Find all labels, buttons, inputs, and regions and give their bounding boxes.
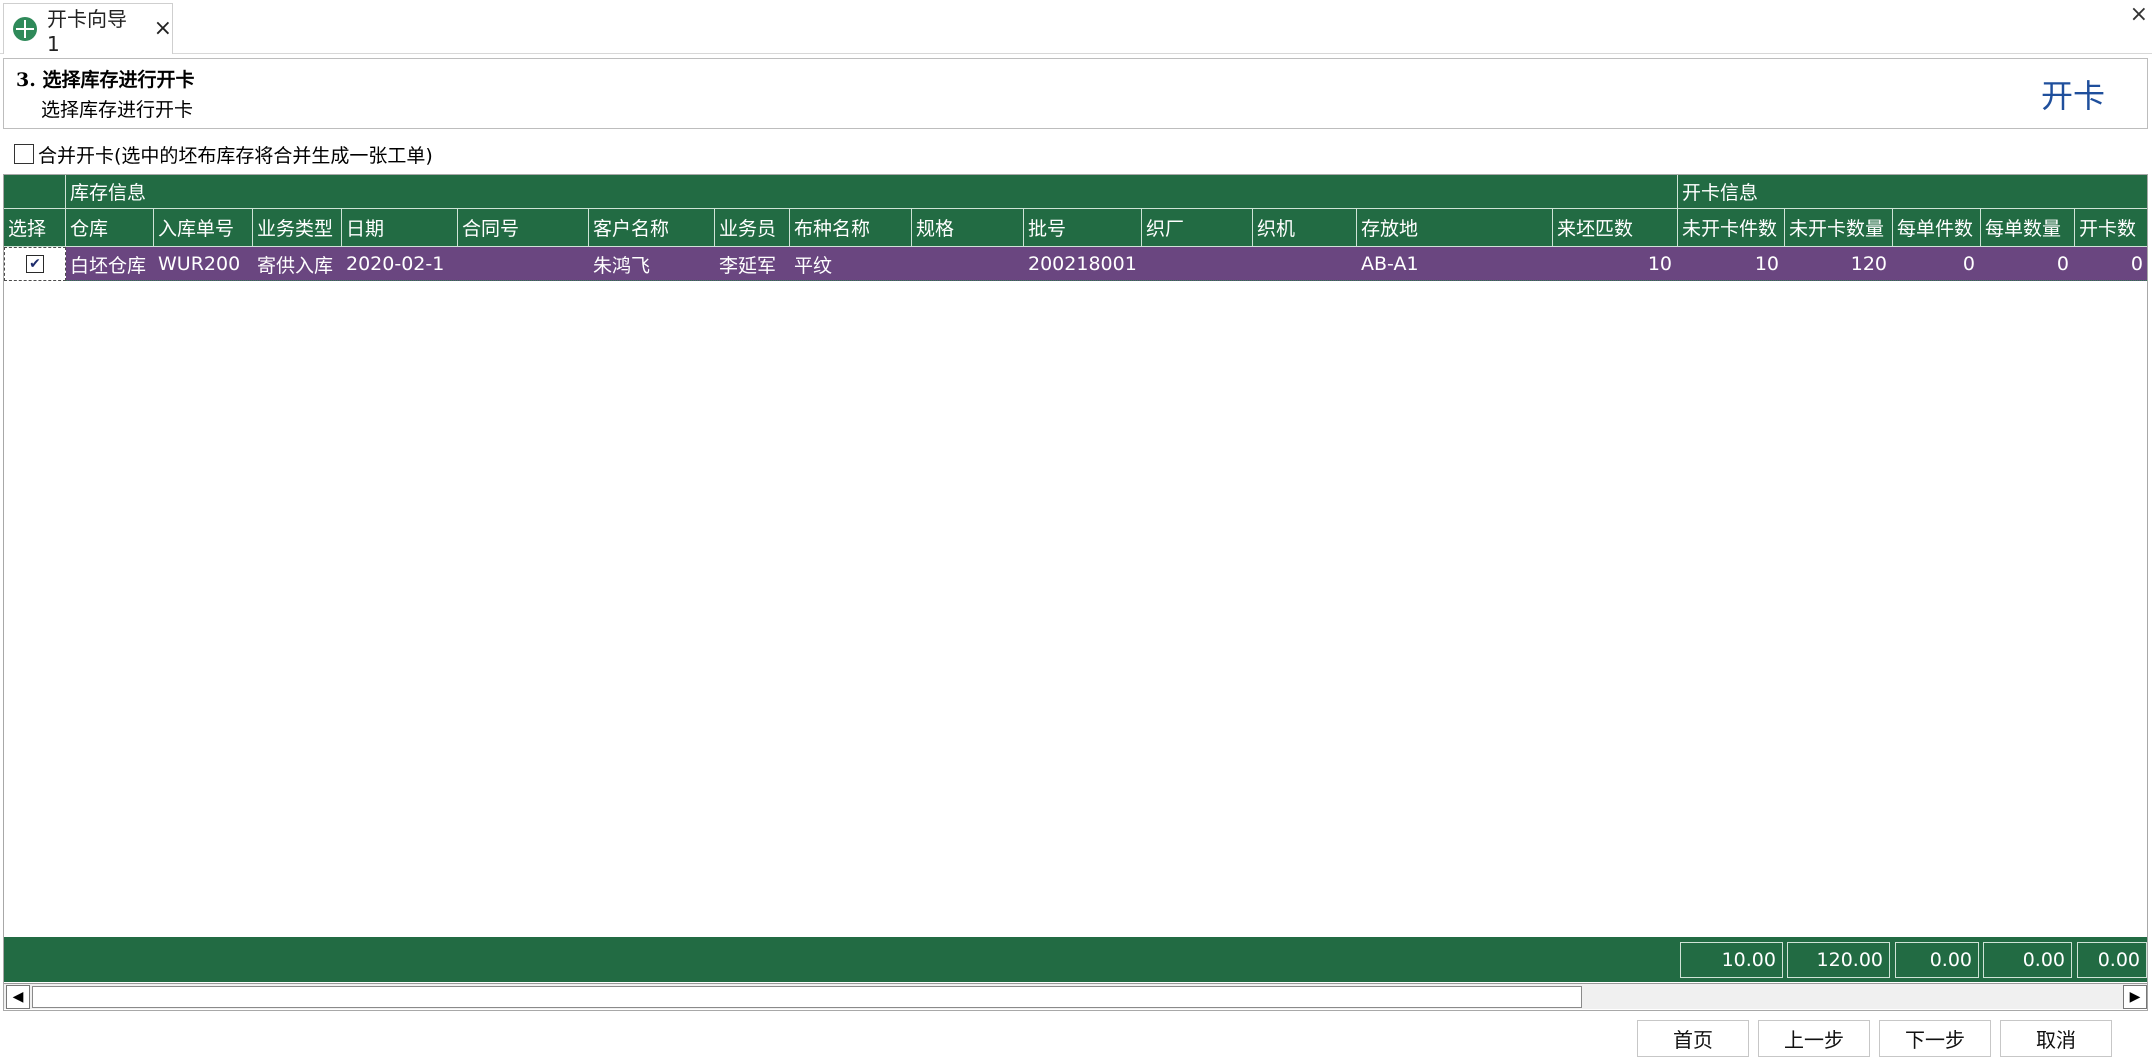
merge-option[interactable]: 合并开卡(选中的坯布库存将合并生成一张工单) (14, 142, 433, 167)
horizontal-scrollbar[interactable]: ◀ ▶ (4, 983, 2147, 1009)
cell-date[interactable]: 2020-02-1 (342, 247, 458, 281)
column-header[interactable]: 来坯匹数 (1553, 209, 1678, 247)
globe-icon (13, 17, 37, 41)
column-header[interactable]: 日期 (342, 209, 458, 247)
scrollbar-thumb[interactable] (32, 986, 1582, 1008)
total-unopened-qty: 120.00 (1787, 942, 1890, 978)
column-header[interactable]: 批号 (1024, 209, 1142, 247)
cell-unopened-count[interactable]: 10 (1678, 247, 1785, 281)
column-header-select[interactable]: 选择 (4, 209, 66, 247)
next-step-button[interactable]: 下一步 (1879, 1020, 1991, 1057)
total-unopened-count: 10.00 (1680, 942, 1783, 978)
cell-customer[interactable]: 朱鸿飞 (589, 247, 715, 281)
column-header[interactable]: 存放地 (1357, 209, 1553, 247)
step-title: 3. 选择库存进行开卡 (16, 69, 195, 91)
cell-unopened-qty[interactable]: 120 (1785, 247, 1893, 281)
column-header[interactable]: 每单数量 (1981, 209, 2075, 247)
tab-label: 开卡向导1 (46, 6, 127, 56)
grid-footer: 10.00 120.00 0.00 0.00 0.00 (4, 937, 2147, 982)
window-close-icon[interactable]: × (2130, 2, 2148, 27)
column-header[interactable]: 业务类型 (253, 209, 342, 247)
column-header[interactable]: 客户名称 (589, 209, 715, 247)
column-header[interactable]: 织机 (1253, 209, 1357, 247)
tab-bar: 开卡向导1 × × (0, 0, 2152, 56)
tab-close-icon[interactable]: × (154, 18, 172, 40)
group-header-card-info: 开卡信息 (1678, 175, 2147, 209)
column-header[interactable]: 合同号 (458, 209, 589, 247)
stock-grid: 选择 库存信息 开卡信息 仓库 入库单号 业务类型 日期 合同号 客户名称 业务… (3, 174, 2148, 1011)
column-header[interactable]: 入库单号 (154, 209, 253, 247)
scroll-left-icon[interactable]: ◀ (6, 985, 30, 1009)
column-header[interactable]: 每单件数 (1893, 209, 1981, 247)
row-select-checkbox[interactable]: ✔ (26, 255, 44, 273)
grid-header: 选择 库存信息 开卡信息 仓库 入库单号 业务类型 日期 合同号 客户名称 业务… (4, 175, 2147, 247)
scroll-right-icon[interactable]: ▶ (2123, 985, 2147, 1009)
first-page-button[interactable]: 首页 (1637, 1020, 1749, 1057)
row-select-cell[interactable]: ✔ (4, 247, 66, 281)
column-header-select-top (4, 175, 66, 209)
cell-salesperson[interactable]: 李延军 (715, 247, 790, 281)
step-right-label: 开卡 (2040, 77, 2105, 115)
cell-location[interactable]: AB-A1 (1357, 247, 1553, 281)
tab-open-card-wizard[interactable]: 开卡向导1 × (3, 3, 173, 56)
column-header[interactable]: 仓库 (66, 209, 154, 247)
column-header[interactable]: 未开卡数量 (1785, 209, 1893, 247)
cell-warehouse[interactable]: 白坯仓库 (66, 247, 154, 281)
step-header: 3. 选择库存进行开卡 选择库存进行开卡 开卡 (3, 58, 2148, 129)
cell-contract-no[interactable] (458, 247, 589, 281)
cell-business-type[interactable]: 寄供入库 (253, 247, 342, 281)
column-header[interactable]: 未开卡件数 (1678, 209, 1785, 247)
cell-per-order-count[interactable]: 0 (1893, 247, 1981, 281)
cell-weaving-mill[interactable] (1142, 247, 1253, 281)
cell-incoming-pieces[interactable]: 10 (1553, 247, 1678, 281)
cell-spec[interactable] (912, 247, 1024, 281)
table-row[interactable]: ✔ 白坯仓库 WUR200 寄供入库 2020-02-1 朱鸿飞 李延军 平纹 … (4, 247, 2147, 281)
cell-open-count[interactable]: 0 (2075, 247, 2147, 281)
column-header[interactable]: 业务员 (715, 209, 790, 247)
cell-receipt-no[interactable]: WUR200 (154, 247, 253, 281)
column-header[interactable]: 布种名称 (790, 209, 912, 247)
merge-label: 合并开卡(选中的坯布库存将合并生成一张工单) (38, 144, 433, 167)
column-header[interactable]: 开卡数 (2075, 209, 2147, 247)
cancel-button[interactable]: 取消 (2000, 1020, 2112, 1057)
cell-batch-no[interactable]: 200218001 (1024, 247, 1142, 281)
cell-loom[interactable] (1253, 247, 1357, 281)
cell-per-order-qty[interactable]: 0 (1981, 247, 2075, 281)
merge-checkbox[interactable] (14, 144, 34, 164)
previous-step-button[interactable]: 上一步 (1758, 1020, 1870, 1057)
group-header-stock-info: 库存信息 (66, 175, 1678, 209)
total-per-order-count: 0.00 (1895, 942, 1979, 978)
total-per-order-qty: 0.00 (1983, 942, 2072, 978)
column-header[interactable]: 规格 (912, 209, 1024, 247)
column-header[interactable]: 织厂 (1142, 209, 1253, 247)
total-open-count: 0.00 (2077, 942, 2147, 978)
cell-fabric-name[interactable]: 平纹 (790, 247, 912, 281)
step-subtitle: 选择库存进行开卡 (41, 99, 194, 121)
